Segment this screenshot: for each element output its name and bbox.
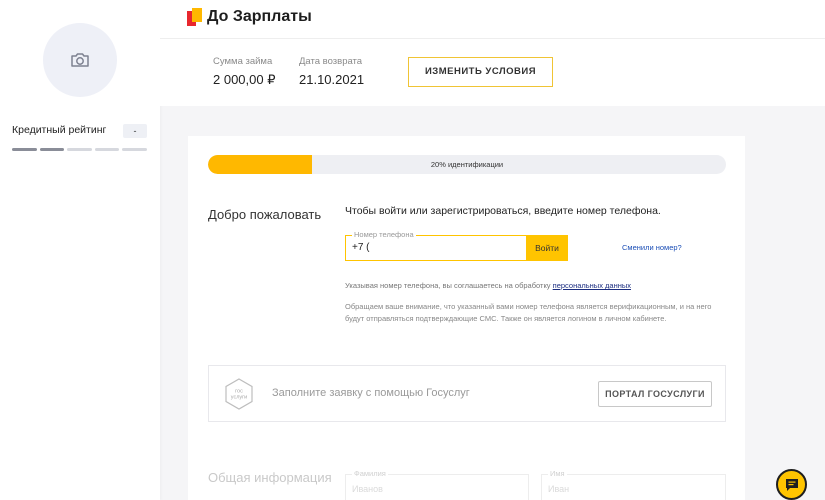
surname-placeholder: Иванов bbox=[352, 484, 383, 494]
gosuslugi-logo-line2: услуги bbox=[231, 395, 247, 401]
camera-icon bbox=[71, 53, 89, 67]
general-info-title: Общая информация bbox=[208, 470, 332, 485]
login-button[interactable]: Войти bbox=[526, 235, 568, 261]
gosuslugi-panel: гос услуги Заполните заявку с помощью Го… bbox=[208, 365, 726, 422]
surname-field[interactable]: Фамилия Иванов bbox=[345, 469, 529, 500]
name-placeholder: Иван bbox=[548, 484, 570, 494]
brand-name: До Зарплаты bbox=[207, 8, 312, 25]
phone-input-value[interactable]: +7 ( bbox=[352, 242, 370, 253]
surname-label: Фамилия bbox=[352, 469, 388, 478]
phone-input-label: Номер телефона bbox=[352, 230, 416, 239]
login-prompt: Чтобы войти или зарегистрироваться, введ… bbox=[345, 205, 661, 217]
return-date: Дата возврата 21.10.2021 bbox=[299, 56, 364, 87]
rating-segment bbox=[122, 148, 147, 151]
avatar[interactable] bbox=[43, 23, 117, 97]
loan-amount-label: Сумма займа bbox=[213, 56, 273, 67]
consent-text-body: Указывая номер телефона, вы соглашаетесь… bbox=[345, 281, 553, 290]
header-divider bbox=[160, 38, 825, 39]
gosuslugi-logo-icon: гос услуги bbox=[225, 378, 253, 410]
identification-progress: 20% идентификации bbox=[208, 155, 726, 174]
brand-logo[interactable]: До Зарплаты bbox=[187, 8, 312, 26]
change-terms-button[interactable]: ИЗМЕНИТЬ УСЛОВИЯ bbox=[408, 57, 553, 87]
credit-rating-label: Кредитный рейтинг bbox=[12, 124, 107, 136]
sidebar: Кредитный рейтинг - bbox=[0, 0, 160, 500]
consent-text: Указывая номер телефона, вы соглашаетесь… bbox=[345, 281, 631, 290]
registration-card: 20% идентификации Добро пожаловать Чтобы… bbox=[188, 136, 745, 500]
name-field[interactable]: Имя Иван bbox=[541, 469, 726, 500]
phone-notice: Обращаем ваше внимание, что указанный ва… bbox=[345, 302, 712, 323]
credit-rating-badge: - bbox=[123, 124, 147, 138]
phone-input[interactable]: Номер телефона +7 ( bbox=[345, 230, 526, 261]
rating-segment bbox=[94, 148, 120, 151]
return-date-label: Дата возврата bbox=[299, 56, 363, 67]
rating-segment bbox=[67, 148, 92, 151]
chat-button[interactable] bbox=[776, 469, 807, 500]
loan-amount: Сумма займа 2 000,00 ₽ bbox=[213, 56, 276, 88]
return-date-value: 21.10.2021 bbox=[299, 72, 365, 87]
progress-label: 20% идентификации bbox=[430, 160, 504, 169]
header: До Зарплаты Сумма займа 2 000,00 ₽ Дата … bbox=[160, 0, 825, 106]
gosuslugi-portal-button[interactable]: ПОРТАЛ ГОСУСЛУГИ bbox=[598, 381, 712, 407]
name-label: Имя bbox=[548, 469, 567, 478]
gosuslugi-text: Заполните заявку с помощью Госуслуг bbox=[272, 387, 470, 399]
rating-segment bbox=[12, 148, 37, 151]
personal-data-link[interactable]: персональных данных bbox=[553, 281, 631, 290]
brand-logo-icon bbox=[187, 8, 202, 26]
loan-amount-value: 2 000,00 ₽ bbox=[213, 72, 276, 87]
changed-number-link[interactable]: Сменили номер? bbox=[622, 243, 682, 252]
chat-icon bbox=[785, 478, 798, 491]
welcome-title: Добро пожаловать bbox=[208, 207, 322, 222]
rating-segment bbox=[39, 148, 65, 151]
credit-rating-bar bbox=[12, 148, 147, 151]
